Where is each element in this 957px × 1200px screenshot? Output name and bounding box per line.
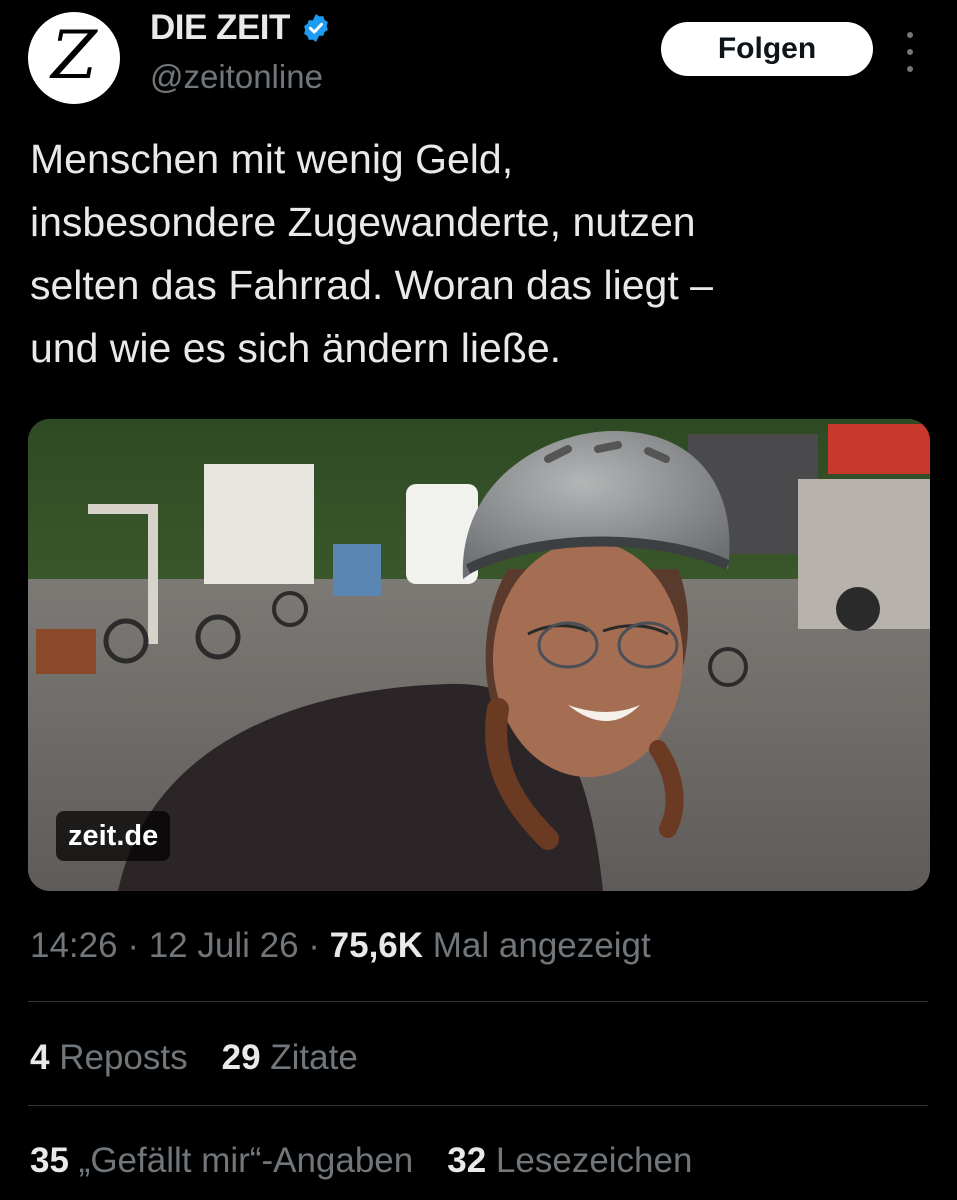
verified-badge-icon: [304, 14, 328, 42]
likes-count: 35: [30, 1141, 69, 1180]
meta-separator: ·: [117, 926, 149, 965]
tweet-time[interactable]: 14:26: [30, 926, 118, 965]
tweet-meta: 14:26 · 12 Juli 26 · 75,6K Mal angezeigt: [30, 926, 651, 966]
quotes-stat[interactable]: 29 Zitate: [222, 1038, 358, 1078]
account-name-row: DIE ZEIT: [150, 8, 332, 48]
tweet-header: Z DIE ZEIT @zeitonline Folgen: [0, 0, 957, 120]
stats-row-likes-bookmarks: 35 „Gefällt mir“-Angaben 32 Lesezeichen: [30, 1141, 726, 1181]
account-handle[interactable]: @zeitonline: [150, 58, 323, 96]
quotes-label: Zitate: [270, 1038, 358, 1077]
bookmarks-count: 32: [447, 1141, 487, 1180]
bookmarks-label: Lesezeichen: [495, 1141, 693, 1180]
more-vertical-icon[interactable]: [896, 30, 924, 74]
reposts-stat[interactable]: 4 Reposts: [30, 1038, 188, 1078]
follow-button[interactable]: Folgen: [661, 22, 873, 76]
avatar-letter: Z: [51, 17, 97, 94]
reposts-label: Reposts: [59, 1038, 188, 1077]
quotes-count: 29: [221, 1038, 261, 1077]
likes-label: „Gefällt mir“-Angaben: [78, 1141, 414, 1180]
avatar[interactable]: Z: [28, 12, 120, 104]
reposts-count: 4: [30, 1038, 50, 1077]
meta-separator: ·: [298, 926, 330, 965]
account-name[interactable]: DIE ZEIT: [150, 8, 290, 48]
divider: [28, 1001, 928, 1002]
divider: [28, 1105, 928, 1106]
views-count: 75,6K: [329, 926, 424, 965]
tweet-date[interactable]: 12 Juli 26: [149, 926, 299, 965]
likes-stat[interactable]: 35 „Gefällt mir“-Angaben: [30, 1141, 413, 1181]
stats-row-reposts-quotes: 4 Reposts 29 Zitate: [30, 1038, 392, 1078]
views-label: Mal angezeigt: [432, 926, 651, 965]
media-source-badge: zeit.de: [56, 811, 171, 861]
bookmarks-stat[interactable]: 32 Lesezeichen: [447, 1141, 692, 1181]
tweet-text: Menschen mit wenig Geld, insbesondere Zu…: [30, 136, 713, 371]
